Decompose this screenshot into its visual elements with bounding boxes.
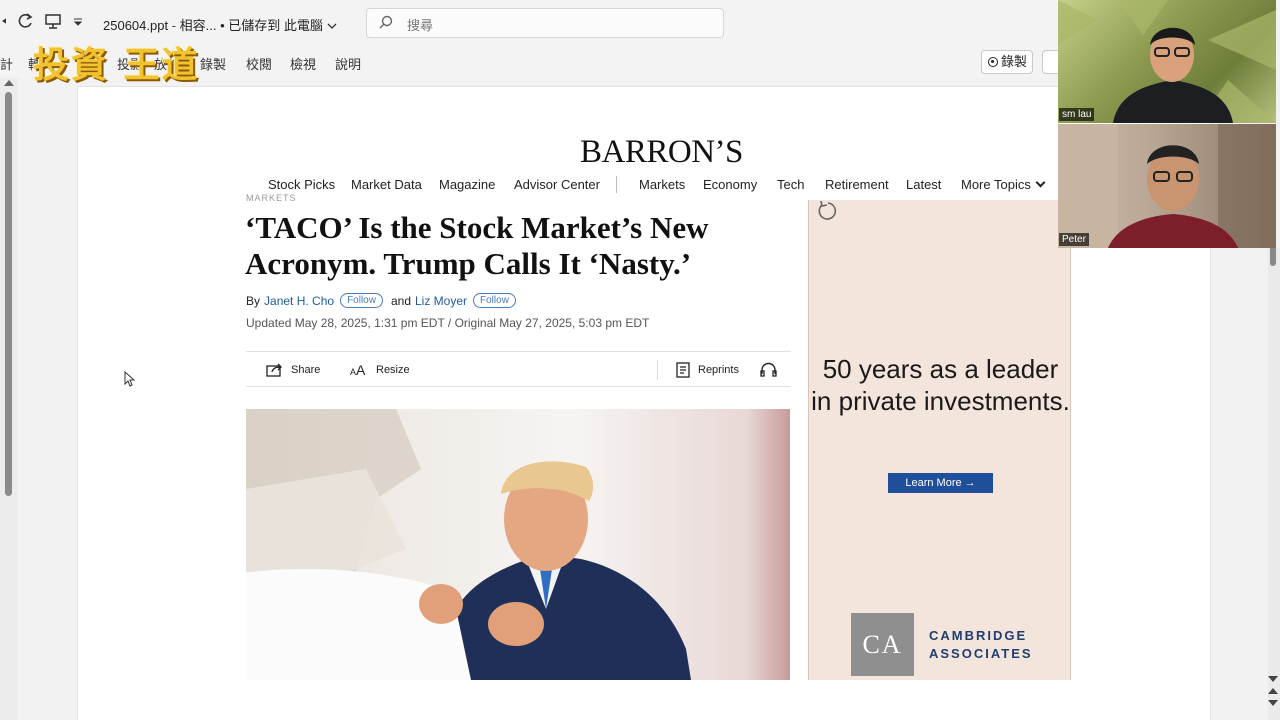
ad-learn-more-button[interactable]: Learn More → [888,473,993,493]
ad-brand-logo: CA [851,613,914,676]
author-link[interactable]: Liz Moyer [415,294,467,308]
scroll-down-arrow-icon[interactable] [1268,676,1278,682]
tab-design[interactable]: 計 [0,54,13,73]
nav-advisor-center[interactable]: Advisor Center [514,177,600,192]
article-toolbar: Share AA Resize Reprints [246,351,791,387]
vertical-scrollbar-thumb[interactable] [5,92,12,496]
search-placeholder: 搜尋 [407,18,434,33]
record-button-label: 錄製 [1001,54,1028,69]
right-scrollbar-track [1268,248,1280,720]
participant-name: Peter [1059,233,1089,246]
author-link[interactable]: Janet H. Cho [264,294,334,308]
follow-button[interactable]: Follow [340,293,383,308]
scroll-up-arrow-icon[interactable] [4,80,14,86]
nav-retirement[interactable]: Retirement [825,177,889,192]
redo-icon[interactable] [16,12,34,35]
nav-tech[interactable]: Tech [777,177,804,192]
mouse-cursor-icon [124,371,136,387]
toolbar-divider [657,360,658,380]
participant-video-feed [1058,124,1276,248]
nav-latest[interactable]: Latest [906,177,941,192]
slideshow-icon[interactable] [44,12,62,35]
text-resize-icon: AA [350,362,366,377]
scroll-down-arrow-icon[interactable] [1268,700,1278,706]
participant-name: sm lau [1059,108,1095,121]
resize-label: Resize [376,363,410,376]
tab-record[interactable]: 錄製 [200,54,226,73]
nav-more-topics[interactable]: More Topics [961,177,1046,192]
article-photo-illustration [246,409,691,680]
nav-magazine[interactable]: Magazine [439,177,495,192]
quick-access-toolbar [0,12,84,35]
chevron-down-icon [1035,177,1046,188]
participant-video-tile[interactable]: Peter [1058,124,1276,248]
nav-market-data[interactable]: Market Data [351,177,422,192]
reprints-icon [676,362,690,378]
nav-stock-picks[interactable]: Stock Picks [268,177,335,192]
search-icon [379,15,393,29]
ad-brand-line1: CAMBRIDGE [929,628,1028,643]
undo-icon[interactable] [0,13,6,34]
record-button[interactable]: 錄製 [981,50,1033,74]
article-kicker[interactable]: MARKETS [246,193,297,203]
byline-by: By [246,293,261,308]
participant-video-feed [1058,0,1276,123]
ad-brand-name: CAMBRIDGE ASSOCIATES [929,627,1033,663]
share-icon [266,363,282,377]
follow-button[interactable]: Follow [473,293,516,308]
article-dateline: Updated May 28, 2025, 1:31 pm EDT / Orig… [246,316,650,330]
document-title[interactable]: 250604.ppt - 相容... • 已儲存到 此電腦 [103,15,337,34]
tab-help[interactable]: 說明 [335,54,361,73]
share-label: Share [291,363,321,376]
ad-tagline: 50 years as a leader in private investme… [811,354,1070,416]
nav-markets[interactable]: Markets [639,177,685,192]
customize-dropdown-icon[interactable] [72,15,84,33]
listen-button[interactable] [760,362,777,377]
article-headline: ‘TACO’ Is the Stock Market’s New Acronym… [245,210,709,281]
headphones-icon [760,362,777,377]
channel-logo: 投資 王道 [33,45,200,86]
site-masthead[interactable]: BARRON’S [580,134,743,171]
scroll-up-arrow-icon[interactable] [1268,688,1278,694]
search-box[interactable]: 搜尋 [366,8,724,38]
nav-more-topics-label: More Topics [961,177,1031,192]
ad-refresh-icon[interactable] [816,200,838,222]
save-status-text: • 已儲存到 此電腦 [220,18,323,33]
nav-economy[interactable]: Economy [703,177,757,192]
svg-text:A: A [356,362,366,377]
byline-and: and [390,293,411,308]
share-button[interactable]: Share [266,362,320,377]
article-photo [246,409,790,680]
chevron-down-icon[interactable] [327,18,337,33]
participant-video-tile[interactable]: sm lau [1058,0,1276,123]
byline: By Janet H. Cho Follow and Liz Moyer Fol… [246,293,520,308]
filename-text: 250604.ppt [103,18,169,33]
advertisement[interactable]: 50 years as a leader in private investme… [808,200,1071,680]
reprints-button[interactable]: Reprints [676,362,739,378]
ad-brand-line2: ASSOCIATES [929,646,1033,661]
compat-mode-text: 相容... [179,18,217,33]
resize-button[interactable]: AA Resize [350,362,410,377]
reprints-label: Reprints [698,364,739,376]
tab-view[interactable]: 檢視 [290,54,316,73]
tab-review[interactable]: 校閱 [246,54,272,73]
record-icon [988,57,998,67]
nav-divider [616,176,617,193]
